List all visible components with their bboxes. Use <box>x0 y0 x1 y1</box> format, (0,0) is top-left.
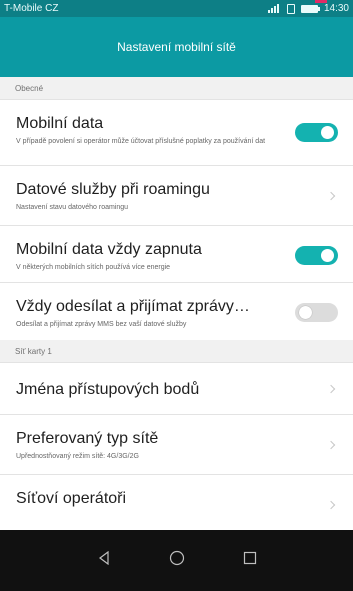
app-bar: Nastavení mobilní sítě <box>0 17 353 77</box>
back-icon[interactable] <box>97 550 111 570</box>
setting-subtitle: V některých mobilních sítích používá víc… <box>16 264 171 271</box>
setting-title: Síťoví operátoři <box>16 490 127 507</box>
section-header-sim1: Síť karty 1 <box>0 340 353 362</box>
setting-subtitle: Upřednostňovaný režim sítě: 4G/3G/2G <box>16 453 139 460</box>
recent-apps-icon[interactable] <box>243 551 257 570</box>
setting-title: Jména přístupových bodů <box>16 381 200 398</box>
toggle-knob <box>299 306 312 319</box>
status-icons: 14:30 <box>267 3 349 14</box>
setting-title: Preferovaný typ sítě <box>16 430 159 447</box>
chevron-right-icon <box>326 191 336 201</box>
chevron-right-icon <box>326 500 336 510</box>
section-label: Obecné <box>15 83 44 93</box>
setting-network-operators[interactable]: Síťoví operátoři <box>0 474 353 530</box>
navigation-bar <box>0 530 353 591</box>
setting-data-roaming[interactable]: Datové služby při roamingu Nastavení sta… <box>0 165 353 225</box>
setting-mobile-data[interactable]: Mobilní data V případě povolení si operá… <box>0 99 353 165</box>
carrier-name: T-Mobile CZ <box>4 3 59 14</box>
mms-toggle[interactable] <box>295 303 338 322</box>
home-icon[interactable] <box>169 550 185 571</box>
setting-subtitle: Nastavení stavu datového roamingu <box>16 204 129 211</box>
mobile-data-toggle[interactable] <box>295 123 338 142</box>
notification-indicator <box>315 0 327 3</box>
section-label: Síť karty 1 <box>15 346 52 356</box>
toggle-knob <box>321 249 334 262</box>
settings-list[interactable]: Obecné Mobilní data V případě povolení s… <box>0 77 353 530</box>
setting-network-type[interactable]: Preferovaný typ sítě Upřednostňovaný rež… <box>0 414 353 474</box>
toggle-knob <box>321 126 334 139</box>
setting-subtitle: Odesílat a přijímat zprávy MMS bez vaší … <box>16 321 187 328</box>
setting-title: Datové služby při roamingu <box>16 181 210 198</box>
setting-mobile-data-always-on[interactable]: Mobilní data vždy zapnuta V některých mo… <box>0 225 353 282</box>
section-header-general: Obecné <box>0 77 353 99</box>
setting-title: Vždy odesílat a přijímat zprávy… <box>16 298 250 315</box>
setting-title: Mobilní data vždy zapnuta <box>16 241 202 258</box>
chevron-right-icon <box>326 440 336 450</box>
sim-icon <box>286 3 295 14</box>
signal-icon <box>267 4 281 13</box>
setting-title: Mobilní data <box>16 115 104 132</box>
chevron-right-icon <box>326 384 336 394</box>
page-title: Nastavení mobilní sítě <box>117 40 236 54</box>
setting-apn[interactable]: Jména přístupových bodů <box>0 362 353 414</box>
status-bar: T-Mobile CZ 14:30 <box>0 0 353 17</box>
setting-mms-always[interactable]: Vždy odesílat a přijímat zprávy… Odesíla… <box>0 282 353 340</box>
always-on-toggle[interactable] <box>295 246 338 265</box>
clock: 14:30 <box>323 3 349 14</box>
setting-subtitle: V případě povolení si operátor může účto… <box>16 138 266 145</box>
battery-icon <box>300 4 320 13</box>
